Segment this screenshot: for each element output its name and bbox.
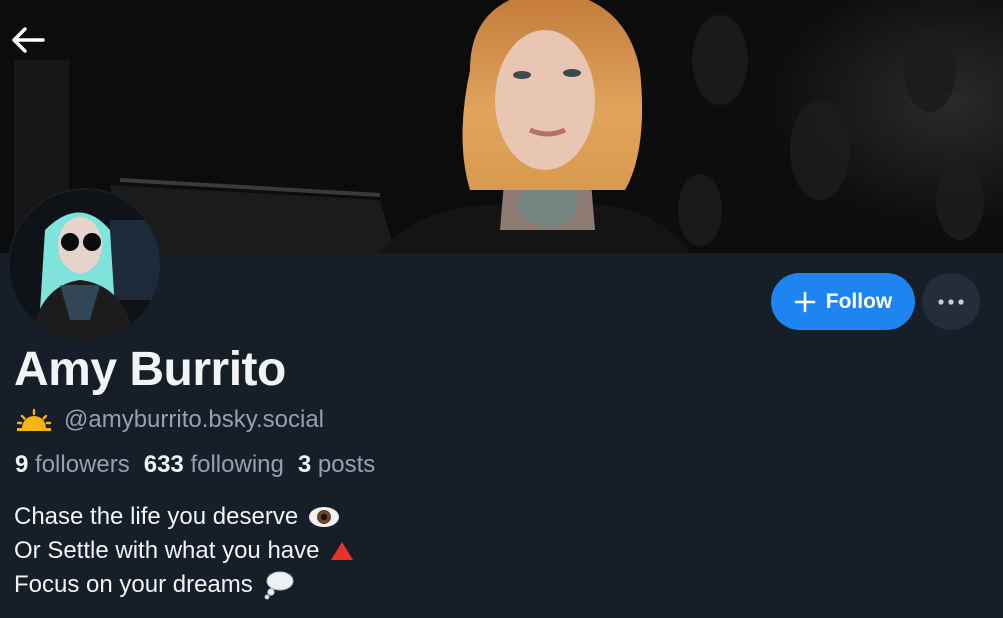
- handle-row: @amyburrito.bsky.social: [16, 406, 324, 434]
- avatar[interactable]: [8, 188, 162, 342]
- followers-label: followers: [35, 451, 130, 478]
- display-name: Amy Burrito: [14, 343, 286, 396]
- more-options-button[interactable]: [922, 273, 980, 330]
- banner-image: [0, 0, 1003, 253]
- posts-count: 3: [297, 451, 312, 478]
- arrow-left-icon: [12, 27, 45, 53]
- thought-bubble-icon: [264, 571, 294, 600]
- following-count: 633: [143, 451, 184, 478]
- follow-label: Follow: [825, 289, 893, 313]
- eye-icon: [309, 507, 340, 527]
- bio-line: Chase the life you deserve: [14, 500, 355, 534]
- follow-button[interactable]: Follow: [771, 273, 915, 330]
- profile-stats: 9 followers 633 following 3 posts: [15, 451, 375, 479]
- profile-bio: Chase the life you deserve Or Settle wit…: [14, 500, 355, 602]
- bio-line: Or Settle with what you have: [14, 534, 355, 568]
- bio-text: Chase the life you deserve: [14, 503, 299, 530]
- followers-stat[interactable]: 9 followers: [15, 451, 130, 479]
- posts-stat: 3 posts: [298, 451, 375, 479]
- following-stat[interactable]: 633 following: [144, 451, 284, 479]
- profile-banner[interactable]: [0, 0, 1003, 253]
- avatar-image: [10, 190, 160, 340]
- ellipsis-icon: [938, 298, 964, 305]
- bio-line: Focus on your dreams: [14, 568, 355, 602]
- red-triangle-icon: [331, 542, 354, 560]
- back-button[interactable]: [6, 20, 50, 60]
- plus-icon: [794, 291, 816, 312]
- bio-text: Focus on your dreams: [14, 571, 253, 598]
- posts-label: posts: [317, 451, 376, 478]
- following-label: following: [190, 451, 284, 478]
- sunrise-icon: [16, 408, 52, 431]
- bio-text: Or Settle with what you have: [14, 537, 320, 564]
- followers-count: 9: [15, 451, 29, 478]
- handle[interactable]: @amyburrito.bsky.social: [64, 406, 324, 434]
